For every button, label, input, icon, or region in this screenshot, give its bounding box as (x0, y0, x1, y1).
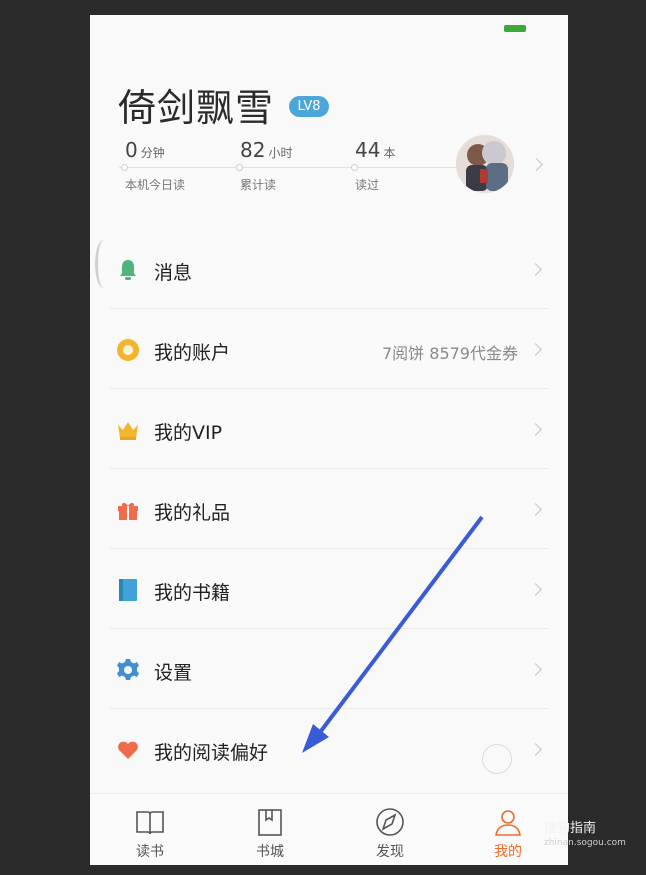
watermark-url: zhinan.sogou.com (544, 838, 626, 848)
watermark-brand: 搜狗指南 (544, 821, 597, 836)
watermark: 搜狗指南 zhinan.sogou.com (544, 817, 626, 848)
annotation-arrow (302, 515, 484, 753)
